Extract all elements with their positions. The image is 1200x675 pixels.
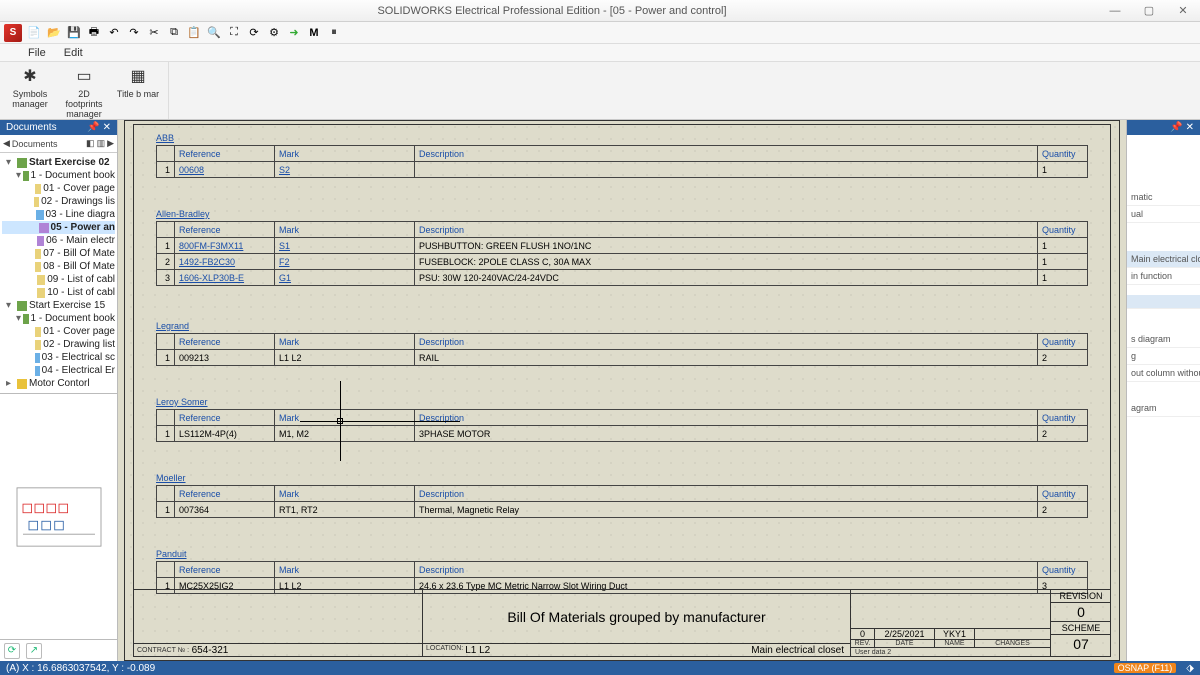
- bom-group: Moeller ReferenceMarkDescriptionQuantity1…: [156, 473, 1088, 518]
- bom-group-title: ABB: [156, 133, 1088, 143]
- documents-panel: Documents 📌 ✕ ◀ Documents ◧ ▥ ▶ ▾Start E…: [0, 120, 118, 661]
- refresh-icon[interactable]: ⟳: [246, 25, 262, 41]
- ribbon: ✱ Symbols manager ▭ 2D footprints manage…: [0, 62, 1200, 120]
- pin-icon[interactable]: 📌 ✕: [87, 122, 111, 133]
- cursor-crosshair-horizontal: [300, 421, 460, 422]
- window-minimize-button[interactable]: —: [1098, 0, 1132, 22]
- footer-export-icon[interactable]: ↗: [26, 643, 42, 659]
- status-coordinates: (A) X : 16.6863037542, Y : -0.089: [6, 663, 155, 674]
- table-row: 1009213L1 L2RAIL2: [157, 350, 1088, 366]
- drawing-title: Bill Of Materials grouped by manufacture…: [423, 590, 850, 643]
- copy-icon[interactable]: ⧉: [166, 25, 182, 41]
- bom-group-title: Panduit: [156, 549, 1088, 559]
- footer-refresh-icon[interactable]: ⟳: [4, 643, 20, 659]
- quick-access-toolbar: S 📄 📂 💾 🖶 ↶ ↷ ✂ ⧉ 📋 🔍 ⛶ ⟳ ⚙ ➜ M ⏸: [0, 22, 1200, 44]
- properties-panel: 📌 ✕ matic ual Main electrical close in f…: [1126, 120, 1200, 661]
- status-tool-icon[interactable]: ⬗: [1186, 663, 1194, 674]
- pause-icon[interactable]: ⏸: [326, 25, 342, 41]
- paste-icon[interactable]: 📋: [186, 25, 202, 41]
- bom-group: ABB ReferenceMarkDescriptionQuantity10060…: [156, 133, 1088, 178]
- back-icon[interactable]: ◀: [3, 138, 10, 149]
- undo-icon[interactable]: ↶: [106, 25, 122, 41]
- window-titlebar: SOLIDWORKS Electrical Professional Editi…: [0, 0, 1200, 22]
- documents-tree[interactable]: ▾Start Exercise 02 ▾1 - Document book 01…: [0, 153, 117, 393]
- cut-icon[interactable]: ✂: [146, 25, 162, 41]
- bom-group: Allen-Bradley ReferenceMarkDescriptionQua…: [156, 209, 1088, 286]
- footprints-icon: ▭: [72, 64, 96, 88]
- cursor-pickbox-icon: [337, 418, 343, 424]
- menu-bar: File Edit: [0, 44, 1200, 62]
- table-row: 31606-XLP30B-EG1PSU: 30W 120-240VAC/24-2…: [157, 270, 1088, 286]
- tab-tool2-icon[interactable]: ▥: [97, 138, 106, 149]
- osnap-toggle[interactable]: OSNAP (F11): [1114, 663, 1177, 673]
- bom-table: ReferenceMarkDescriptionQuantity1009213L…: [156, 333, 1088, 366]
- bom-table: ReferenceMarkDescriptionQuantity1LS112M-…: [156, 409, 1088, 442]
- bom-group: Leroy Somer ReferenceMarkDescriptionQuant…: [156, 397, 1088, 442]
- titleblock-manager-button[interactable]: ▦ Title b mar: [114, 64, 162, 99]
- documents-panel-header: Documents 📌 ✕: [0, 120, 117, 135]
- bom-table: ReferenceMarkDescriptionQuantity1007364R…: [156, 485, 1088, 518]
- table-row: 1LS112M-4P(4)M1, M23PHASE MOTOR2: [157, 426, 1088, 442]
- drawing-canvas[interactable]: ABB ReferenceMarkDescriptionQuantity10060…: [118, 120, 1126, 661]
- table-row: 1800FM-F3MX11S1PUSHBUTTON: GREEN FLUSH 1…: [157, 238, 1088, 254]
- bom-group-title: Legrand: [156, 321, 1088, 331]
- documents-tab[interactable]: Documents: [12, 139, 58, 149]
- title-block: CONTRACT № : 654-321 Bill Of Materials g…: [133, 589, 1111, 657]
- bom-group-title: Leroy Somer: [156, 397, 1088, 407]
- tab-next-icon[interactable]: ▶: [107, 138, 114, 149]
- redo-icon[interactable]: ↷: [126, 25, 142, 41]
- symbols-icon: ✱: [18, 64, 42, 88]
- macro-icon[interactable]: M: [306, 25, 322, 41]
- bom-group: Legrand ReferenceMarkDescriptionQuantity1…: [156, 321, 1088, 366]
- table-row: 100608S21: [157, 162, 1088, 178]
- footprints-manager-button[interactable]: ▭ 2D footprints manager: [60, 64, 108, 119]
- window-close-button[interactable]: ✕: [1166, 0, 1200, 22]
- status-bar: (A) X : 16.6863037542, Y : -0.089 OSNAP …: [0, 661, 1200, 675]
- window-maximize-button[interactable]: ▢: [1132, 0, 1166, 22]
- table-row: 1007364RT1, RT2Thermal, Magnetic Relay2: [157, 502, 1088, 518]
- print-icon[interactable]: 🖶: [86, 25, 102, 41]
- symbols-manager-button[interactable]: ✱ Symbols manager: [6, 64, 54, 109]
- titleblock-icon: ▦: [126, 64, 150, 88]
- new-icon[interactable]: 📄: [26, 25, 42, 41]
- settings-icon[interactable]: ⚙: [266, 25, 282, 41]
- zoom-window-icon[interactable]: 🔍: [206, 25, 222, 41]
- app-logo-icon: S: [4, 24, 22, 42]
- tree-item-selected: 05 - Power an: [2, 221, 115, 234]
- pin-icon[interactable]: 📌 ✕: [1170, 122, 1194, 133]
- table-row: 21492-FB2C30F2FUSEBLOCK: 2POLE CLASS C, …: [157, 254, 1088, 270]
- open-icon[interactable]: 📂: [46, 25, 62, 41]
- bom-table: ReferenceMarkDescriptionQuantity100608S2…: [156, 145, 1088, 178]
- tab-tool-icon[interactable]: ◧: [86, 138, 95, 149]
- bom-table: ReferenceMarkDescriptionQuantity1800FM-F…: [156, 221, 1088, 286]
- save-icon[interactable]: 💾: [66, 25, 82, 41]
- drawing-preview: [0, 393, 117, 639]
- bom-group: PanduitReferenceMarkDescriptionQuantity1…: [156, 549, 1088, 594]
- bom-group-title: Allen-Bradley: [156, 209, 1088, 219]
- zoom-extents-icon[interactable]: ⛶: [226, 25, 242, 41]
- menu-edit[interactable]: Edit: [64, 47, 83, 59]
- bom-group-title: Moeller: [156, 473, 1088, 483]
- window-title: SOLIDWORKS Electrical Professional Editi…: [6, 5, 1098, 17]
- arrow-icon[interactable]: ➜: [286, 25, 302, 41]
- menu-file[interactable]: File: [28, 47, 46, 59]
